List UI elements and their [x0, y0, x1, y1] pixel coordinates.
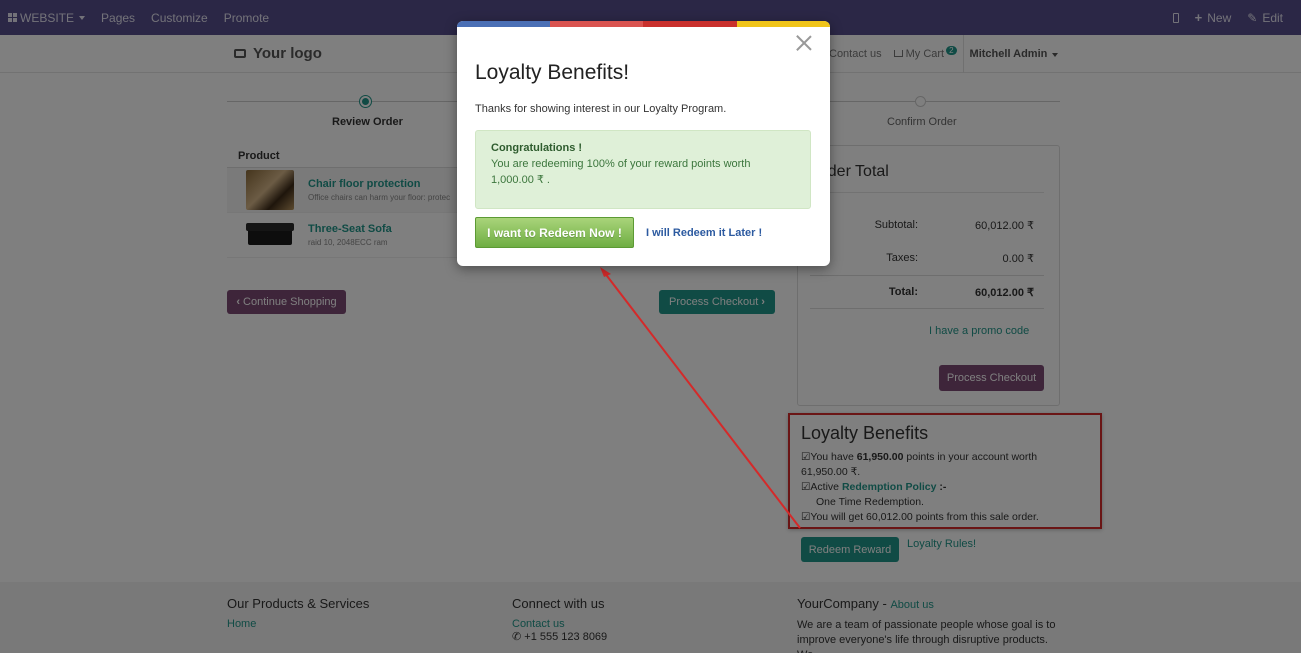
- alert-text-1: You are redeeming 100% of your reward po…: [491, 158, 751, 170]
- modal-intro: Thanks for showing interest in our Loyal…: [475, 103, 727, 115]
- alert-text-2: 1,000.00 ₹ .: [491, 174, 550, 186]
- redeem-now-button[interactable]: I want to Redeem Now !: [475, 217, 634, 248]
- close-icon[interactable]: [796, 35, 812, 51]
- modal-title: Loyalty Benefits!: [475, 61, 630, 84]
- redeem-later-link[interactable]: I will Redeem it Later !: [646, 227, 762, 239]
- modal-color-bar-3: [643, 21, 737, 27]
- modal-color-bar-4: [737, 21, 830, 27]
- modal-color-bar-2: [550, 21, 643, 27]
- alert-title: Congratulations !: [491, 142, 583, 154]
- congratulations-alert: Congratulations ! You are redeeming 100%…: [475, 130, 811, 209]
- modal-color-bar-1: [457, 21, 550, 27]
- loyalty-modal: Loyalty Benefits! Thanks for showing int…: [457, 21, 830, 266]
